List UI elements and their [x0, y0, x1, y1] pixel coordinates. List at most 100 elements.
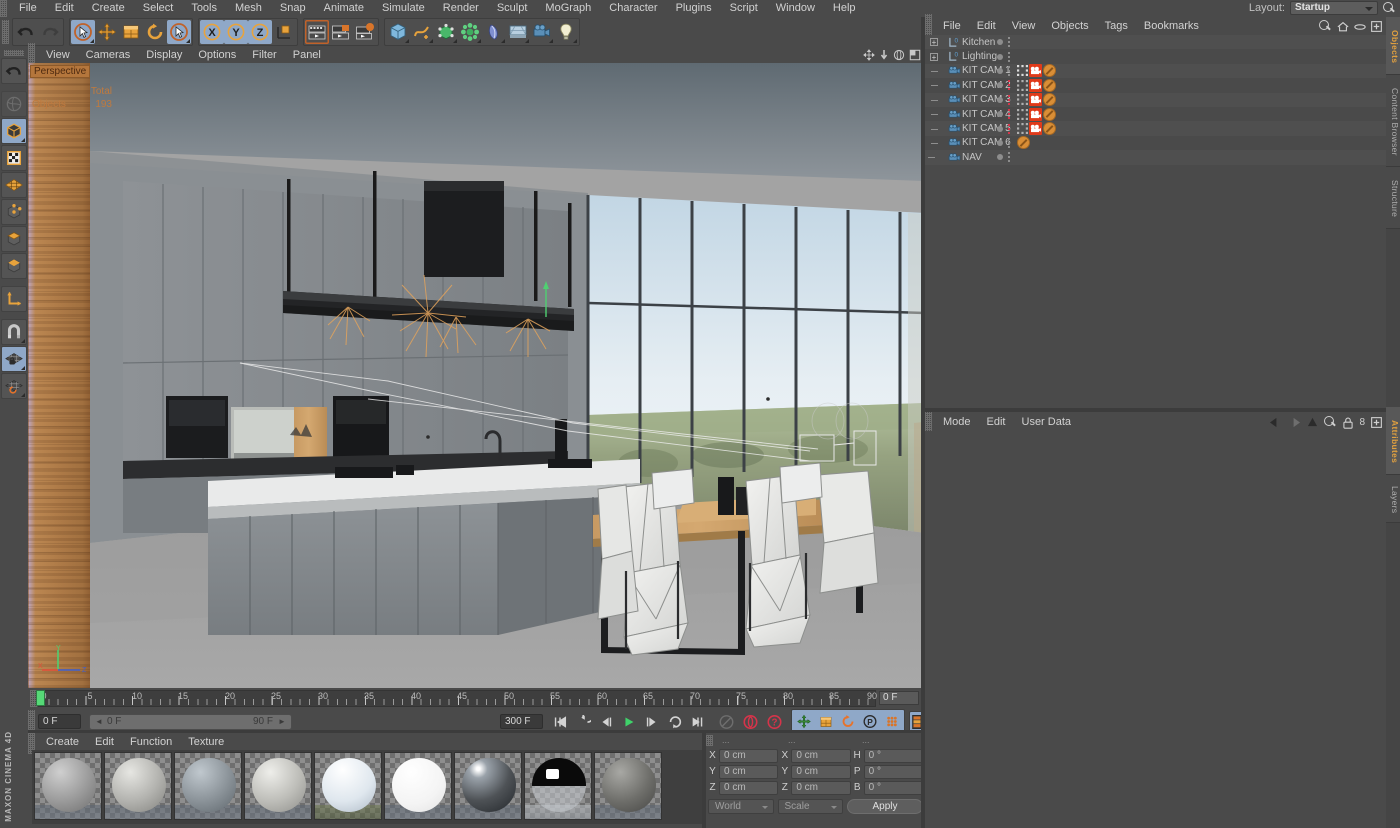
object-visibility-dots[interactable] [997, 50, 1011, 63]
coordinate-system-dropdown[interactable]: World [708, 799, 774, 814]
attr-menu-mode[interactable]: Mode [935, 416, 979, 428]
pos-z-input[interactable]: 0 cm [719, 780, 779, 795]
x-axis-icon[interactable]: X [200, 19, 224, 44]
rotation-key-icon[interactable] [837, 711, 859, 732]
divider-vertical-main[interactable] [921, 17, 925, 828]
selection-dots-icon[interactable] [1017, 94, 1028, 106]
material-swatch-2[interactable] [104, 752, 172, 820]
object-visibility-dots[interactable] [997, 122, 1011, 135]
viewport-menu-display[interactable]: Display [138, 49, 190, 61]
menu-create[interactable]: Create [83, 0, 134, 17]
up-arrow-icon[interactable] [1307, 417, 1318, 428]
visibility-editor-dot[interactable] [997, 96, 1003, 103]
rot-b-input[interactable]: 0 ° [863, 780, 923, 795]
om-menu-edit[interactable]: Edit [969, 20, 1004, 32]
position-key-icon[interactable] [793, 711, 815, 732]
attributes-content[interactable] [925, 431, 1386, 828]
object-row-kit-cam-4[interactable]: KIT CAM 4 [925, 107, 1386, 121]
step-forward-icon[interactable] [641, 711, 663, 732]
material-swatch-7[interactable] [454, 752, 522, 820]
undo-icon[interactable] [14, 20, 38, 44]
material-swatch-9[interactable] [594, 752, 662, 820]
viewport-menu-view[interactable]: View [38, 49, 78, 61]
object-visibility-dots[interactable] [997, 93, 1011, 106]
live-selection-icon[interactable] [71, 19, 95, 44]
divider-horizontal-bottom[interactable] [28, 730, 925, 733]
render-settings-icon[interactable] [353, 20, 377, 44]
divider-horizontal-right[interactable] [925, 408, 1386, 412]
timeline-frame-field[interactable]: 0 F [879, 691, 919, 705]
rotate-icon[interactable] [143, 20, 167, 44]
visibility-editor-dot[interactable] [997, 82, 1003, 89]
go-to-end-icon[interactable] [687, 711, 709, 732]
environment-floor-icon[interactable] [506, 20, 530, 44]
texture-mode-icon[interactable] [1, 145, 27, 171]
om-menu-bookmarks[interactable]: Bookmarks [1136, 20, 1207, 32]
material-swatch-6[interactable] [384, 752, 452, 820]
material-menu-edit[interactable]: Edit [87, 736, 122, 748]
expand-plus-icon[interactable]: + [930, 38, 938, 47]
om-menu-tags[interactable]: Tags [1097, 20, 1136, 32]
viewport-menu-filter[interactable]: Filter [244, 49, 284, 61]
attributes-grip[interactable] [925, 409, 932, 434]
menu-help[interactable]: Help [824, 0, 865, 17]
om-menu-objects[interactable]: Objects [1043, 20, 1096, 32]
expand-icon[interactable] [1371, 21, 1382, 32]
menu-file[interactable]: File [10, 0, 46, 17]
material-swatch-5[interactable] [314, 752, 382, 820]
move-icon[interactable] [95, 20, 119, 44]
live-selection-globe-icon[interactable] [1, 91, 27, 117]
visibility-editor-dot[interactable] [997, 154, 1003, 161]
object-name[interactable]: NAV [962, 152, 1386, 163]
model-mode-icon[interactable] [1, 118, 27, 144]
no-operation-tag-icon[interactable] [1017, 136, 1030, 150]
maximize-icon[interactable] [909, 49, 921, 61]
object-visibility-dots[interactable] [997, 136, 1011, 149]
size-x-input[interactable]: 0 cm [791, 748, 851, 763]
object-row-kit-cam-5[interactable]: KIT CAM 5 [925, 121, 1386, 136]
object-name[interactable]: Kitchen [962, 37, 1386, 48]
edges-mode-icon[interactable] [1, 226, 27, 252]
world-axis-icon[interactable] [272, 20, 296, 44]
param-key-icon[interactable]: P [859, 711, 881, 732]
pos-y-input[interactable]: 0 cm [719, 764, 779, 779]
tree-toggle[interactable]: + [925, 35, 947, 49]
material-swatch-4[interactable] [244, 752, 312, 820]
render-view-icon[interactable] [305, 20, 329, 44]
search-icon[interactable] [1383, 1, 1396, 15]
material-swatch-1[interactable] [34, 752, 102, 820]
camera-icon[interactable] [530, 20, 554, 44]
menu-mograph[interactable]: MoGraph [536, 0, 600, 17]
material-menu-texture[interactable]: Texture [180, 736, 232, 748]
pla-key-icon[interactable] [881, 711, 903, 732]
preview-range-bar[interactable]: ◄ 0 F 90 F ► [89, 713, 292, 730]
object-row-nav[interactable]: NAV [925, 150, 1386, 165]
forward-arrow-icon[interactable] [1288, 417, 1301, 428]
material-swatch-3[interactable] [174, 752, 242, 820]
camera-tag-icon[interactable] [1029, 93, 1042, 107]
layout-dropdown[interactable]: Startup [1290, 1, 1378, 15]
camera-tag-icon[interactable] [1029, 107, 1042, 121]
rot-h-input[interactable]: 0 ° [863, 748, 923, 763]
spline-pen-icon[interactable] [410, 20, 434, 44]
visibility-editor-dot[interactable] [997, 53, 1003, 60]
cube-primitive-icon[interactable] [386, 20, 410, 44]
tab-structure[interactable]: Structure [1386, 167, 1400, 229]
material-swatch-8[interactable] [524, 752, 592, 820]
object-row-kit-cam-1[interactable]: KIT CAM 1 [925, 63, 1386, 79]
selection-dots-icon[interactable] [1017, 65, 1028, 77]
menu-sculpt[interactable]: Sculpt [488, 0, 537, 17]
viewport-perspective-label[interactable]: Perspective [30, 65, 91, 78]
orbit-icon[interactable] [893, 49, 905, 61]
viewport-menu-options[interactable]: Options [190, 49, 244, 61]
object-row-kit-cam-6[interactable]: KIT CAM 6 [925, 136, 1386, 150]
om-menu-view[interactable]: View [1004, 20, 1044, 32]
cursor-circle-icon[interactable] [167, 19, 191, 44]
viewport-canvas[interactable]: Perspective Total Objects 193 Y X Z [28, 63, 925, 688]
selection-dots-icon[interactable] [1017, 79, 1028, 91]
object-visibility-dots[interactable] [997, 151, 1011, 164]
z-axis-icon[interactable]: Z [248, 19, 272, 44]
camera-tag-icon[interactable] [1029, 64, 1042, 78]
y-axis-icon[interactable]: Y [224, 19, 248, 44]
autokey-disabled-icon[interactable] [715, 711, 737, 732]
